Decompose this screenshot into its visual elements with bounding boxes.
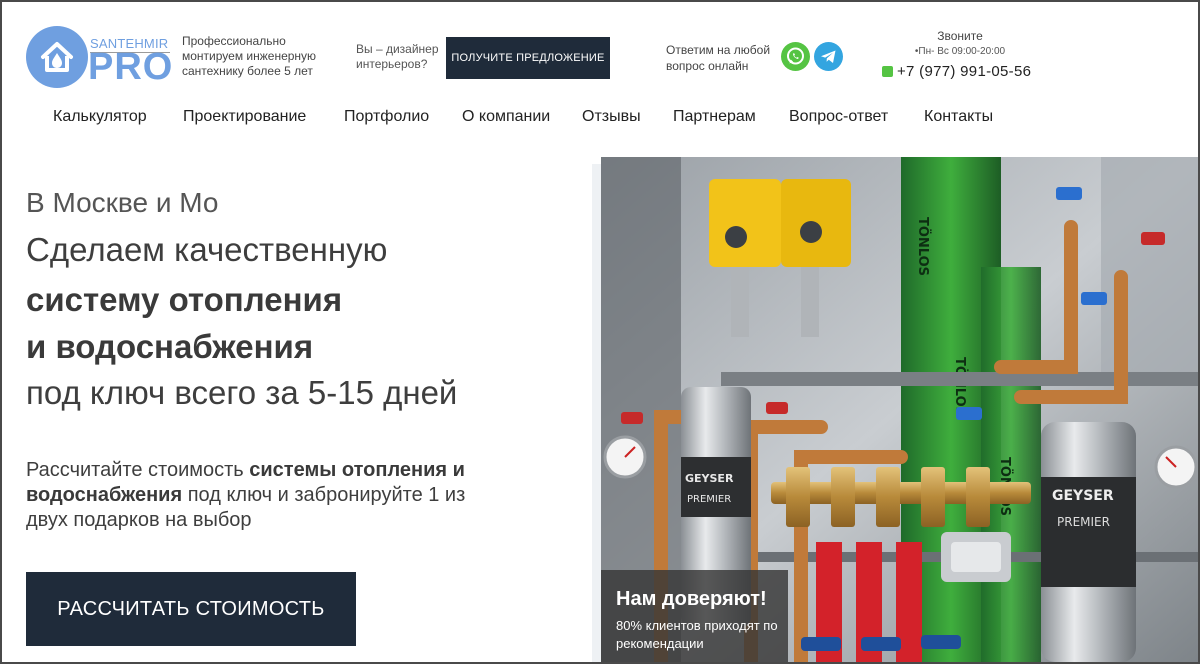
nav-item-about[interactable]: О компании [462, 108, 550, 126]
hero-location: В Москве и Мо [26, 187, 219, 218]
hero-headline-2: систему отопления [26, 281, 343, 318]
trust-subtitle: 80% клиентов приходят по рекомендации [616, 618, 778, 651]
svg-text:PREMIER: PREMIER [687, 494, 731, 505]
calc-text-part1: Рассчитайте стоимость [26, 459, 250, 481]
nav-item-design[interactable]: Проектирование [183, 108, 306, 126]
working-hours: •Пн- Вс 09:00-20:00 [914, 46, 1006, 57]
hero-headline-4: под ключ всего за 5-15 дней [26, 374, 458, 411]
hero-headline-1: Сделаем качественную [26, 231, 388, 268]
nav-item-calculator[interactable]: Калькулятор [53, 108, 147, 126]
trust-title: Нам доверяют! [616, 588, 767, 610]
hero-headline-3: и водоснабжения [26, 328, 314, 365]
photo-label-geyser: GEYSER [1052, 488, 1114, 504]
trust-badge: Нам доверяют! 80% клиентов приходят по р… [601, 570, 788, 662]
online-answer-text: Ответим на любой вопрос онлайн [666, 43, 771, 73]
get-offer-button[interactable]: ПОЛУЧИТЕ ПРЕДЛОЖЕНИЕ [446, 37, 610, 79]
nav-item-portfolio[interactable]: Портфолио [344, 108, 429, 126]
photo-divider [592, 164, 601, 662]
phone-number: +7 (977) 991-05-56 [897, 63, 1032, 80]
whatsapp-icon[interactable] [781, 42, 810, 71]
telegram-icon[interactable] [814, 42, 843, 71]
header-tagline: Профессионально монтируем инженерную сан… [182, 34, 317, 78]
nav-item-contacts[interactable]: Контакты [924, 108, 993, 126]
nav-item-faq[interactable]: Вопрос-ответ [789, 108, 888, 126]
house-drop-icon [26, 26, 88, 88]
designer-question: Вы – дизайнер интерьеров? [356, 42, 439, 71]
photo-label-tonlos: TÖNLOS [915, 217, 931, 276]
svg-text:GEYSER: GEYSER [685, 472, 734, 485]
calculate-cost-button[interactable]: РАССЧИТАТЬ СТОИМОСТЬ [26, 572, 356, 646]
nav-item-reviews[interactable]: Отзывы [582, 108, 641, 126]
nav-item-partners[interactable]: Партнерам [673, 108, 756, 126]
photo-label-premier: PREMIER [1057, 515, 1110, 529]
logo[interactable]: SANTEHMIR PRO [26, 26, 172, 88]
whatsapp-small-icon [882, 66, 893, 77]
calculation-description: Рассчитайте стоимость системы отопления … [26, 458, 466, 533]
phone-link[interactable]: +7 (977) 991-05-56 [882, 63, 1031, 80]
call-label: Звоните [937, 29, 983, 43]
logo-name: PRO [88, 46, 174, 88]
